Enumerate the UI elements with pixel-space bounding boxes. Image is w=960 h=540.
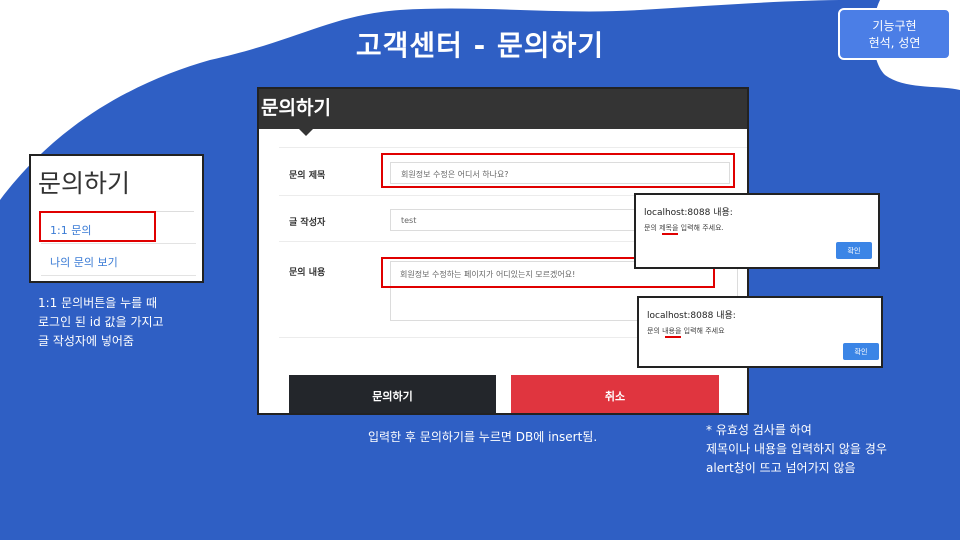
highlight-underline [665, 336, 681, 338]
highlight-underline [662, 233, 678, 235]
alert-title-required: localhost:8088 내용: 문의 제목을 입력해 주세요. 확인 [634, 193, 880, 269]
alert-message: 문의 내용을 입력해 주세요 [647, 327, 725, 335]
credits-line-1: 기능구현 [872, 19, 917, 33]
note-left-line-2: 로그인 된 id 값을 가지고 [38, 315, 164, 329]
note-left-line-1: 1:1 문의버튼을 누를 때 [38, 296, 158, 310]
author-label: 글 작성자 [289, 218, 326, 228]
sidebar-item-my-inquiries[interactable]: 나의 문의 보기 [41, 246, 196, 276]
note-right-line-3: alert창이 뜨고 넘어가지 않음 [706, 461, 856, 475]
alert-host: localhost:8088 내용: [647, 311, 736, 321]
header-notch [299, 129, 313, 136]
credits-tag: 기능구현 현석, 성연 [838, 8, 951, 60]
alert-ok-button[interactable]: 확인 [836, 242, 872, 259]
note-right: * 유효성 검사를 하여 제목이나 내용을 입력하지 않을 경우 alert창이… [706, 421, 887, 478]
sidebar-title: 문의하기 [38, 169, 131, 198]
content-label: 문의 내용 [289, 268, 326, 278]
form-header: 문의하기 [259, 89, 747, 129]
note-left-line-3: 글 작성자에 넣어줌 [38, 334, 134, 348]
highlight-box-title [381, 153, 735, 188]
title-label: 문의 제목 [289, 171, 326, 181]
alert-host: localhost:8088 내용: [644, 208, 733, 218]
note-right-line-1: * 유효성 검사를 하여 [706, 423, 812, 437]
alert-ok-button[interactable]: 확인 [843, 343, 879, 360]
divider [279, 147, 747, 148]
alert-content-required: localhost:8088 내용: 문의 내용을 입력해 주세요 확인 [637, 296, 883, 368]
cancel-button[interactable]: 취소 [511, 375, 719, 413]
note-right-line-2: 제목이나 내용을 입력하지 않을 경우 [706, 442, 887, 456]
credits-line-2: 현석, 성연 [868, 36, 921, 50]
submit-button[interactable]: 문의하기 [289, 375, 496, 413]
note-left: 1:1 문의버튼을 누를 때 로그인 된 id 값을 가지고 글 작성자에 넣어… [38, 294, 164, 351]
alert-message: 문의 제목을 입력해 주세요. [644, 224, 724, 232]
slide-title: 고객센터 - 문의하기 [355, 29, 605, 62]
highlight-box-inquiry [39, 211, 156, 242]
note-bottom: 입력한 후 문의하기를 누르면 DB에 insert됨. [368, 430, 598, 444]
